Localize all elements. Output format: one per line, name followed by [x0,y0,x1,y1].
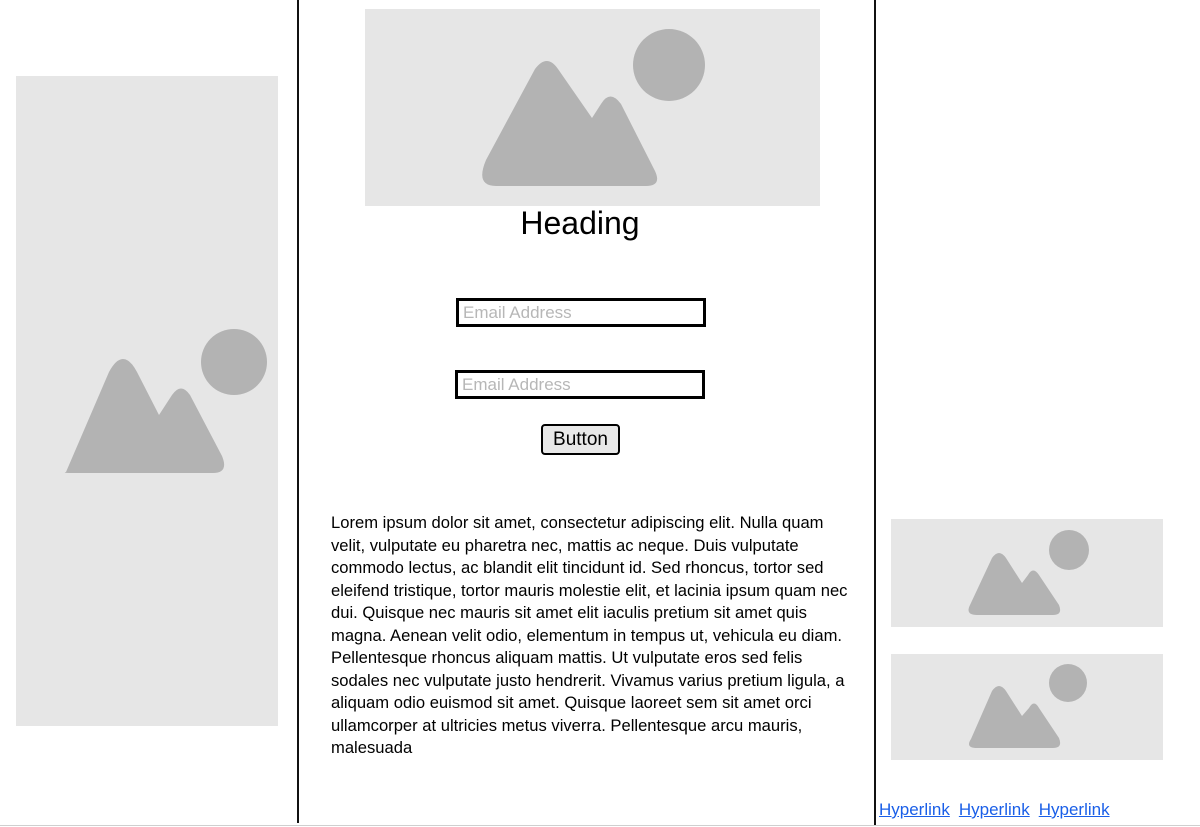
footer-links: Hyperlink Hyperlink Hyperlink [879,799,1119,821]
left-sidebar-image [16,76,278,726]
image-placeholder-icon [482,29,705,186]
image-placeholder-icon [969,664,1087,748]
hero-image [365,9,820,206]
image-placeholder-icon [968,530,1089,615]
page-heading: Heading [520,205,640,241]
submit-button[interactable]: Button [541,424,620,455]
right-image-2 [891,654,1163,760]
body-paragraph: Lorem ipsum dolor sit amet, consectetur … [331,513,848,757]
left-column-divider [297,0,299,823]
bottom-divider [0,825,1200,826]
right-image-1 [891,519,1163,627]
footer-link-2[interactable]: Hyperlink [959,800,1030,819]
image-placeholder-icon [64,329,267,473]
right-column-divider [874,0,876,825]
footer-link-3[interactable]: Hyperlink [1039,800,1110,819]
email-field-2[interactable] [455,370,705,399]
email-field-1[interactable] [456,298,706,327]
footer-link-1[interactable]: Hyperlink [879,800,950,819]
